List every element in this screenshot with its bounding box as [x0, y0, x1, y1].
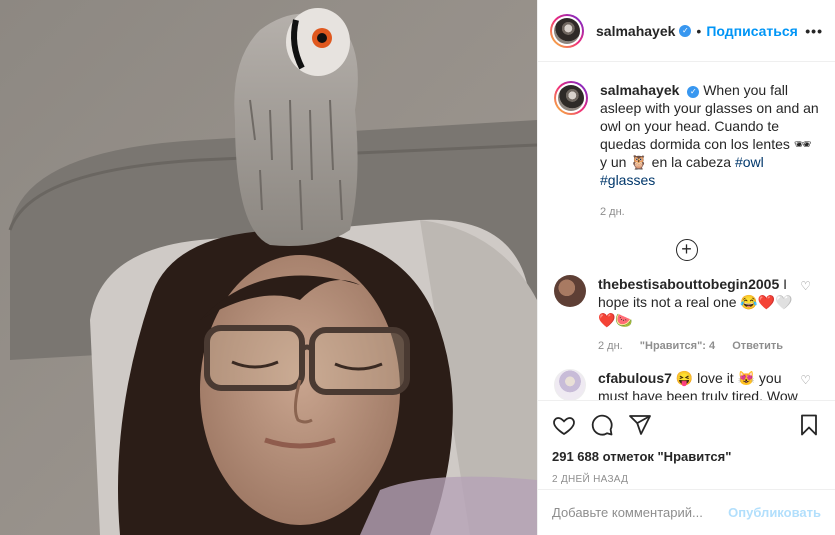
verified-icon: ✓	[687, 86, 700, 98]
caption-text-3: en la cabeza	[647, 154, 735, 170]
add-comment-input[interactable]	[552, 505, 729, 520]
separator-dot: •	[696, 22, 702, 39]
comment-username[interactable]: thebestisabouttobegin2005	[598, 276, 779, 292]
hashtag-owl[interactable]: #owl	[735, 154, 764, 170]
caption-time[interactable]: 2 дн.	[600, 203, 819, 221]
caption-text-2: y un	[600, 154, 631, 170]
author-username[interactable]: salmahayek	[596, 23, 675, 39]
owl-on-head-photo	[0, 0, 537, 535]
comment-likes[interactable]: "Нравится": 4	[640, 340, 715, 352]
comment-like-heart-icon[interactable]: ♡	[800, 373, 811, 387]
glasses-emoji: 🕶	[793, 136, 812, 152]
heart-icon[interactable]	[552, 413, 576, 437]
commenter-avatar[interactable]	[554, 275, 586, 307]
comment-time[interactable]: 2 дн.	[598, 340, 623, 352]
share-icon[interactable]	[628, 413, 652, 437]
caption-avatar[interactable]	[554, 81, 588, 115]
caption-username[interactable]: salmahayek	[600, 82, 679, 98]
add-comment-bar: Опубликовать	[538, 489, 835, 535]
bookmark-icon[interactable]	[797, 413, 821, 437]
reply-button[interactable]: Ответить	[732, 340, 783, 352]
likes-count[interactable]: 291 688 отметок "Нравится"	[552, 449, 821, 464]
comment-text: cfabulous7 😝 love it 😻 you must have bee…	[598, 369, 803, 400]
author-avatar[interactable]	[550, 13, 584, 48]
verified-icon: ✓	[679, 24, 692, 37]
comment-like-heart-icon[interactable]: ♡	[800, 279, 811, 293]
comment-username[interactable]: cfabulous7	[598, 370, 672, 386]
comment-item: thebestisabouttobegin2005 I hope its not…	[554, 275, 819, 355]
comment-item: cfabulous7 😝 love it 😻 you must have bee…	[554, 369, 819, 400]
more-options-icon[interactable]: •••	[805, 23, 823, 39]
caption: salmahayek ✓ When you fall asleep with y…	[554, 63, 819, 221]
plus-circle-icon[interactable]: +	[675, 239, 698, 261]
owl-emoji: 🦉	[630, 154, 648, 170]
comments-list[interactable]: salmahayek ✓ When you fall asleep with y…	[538, 63, 835, 400]
post-actions: 291 688 отметок "Нравится" 2 ДНЕЙ НАЗАД	[538, 400, 835, 485]
comment-text: thebestisabouttobegin2005 I hope its not…	[598, 275, 803, 355]
follow-button[interactable]: Подписаться	[706, 23, 798, 39]
commenter-avatar[interactable]	[554, 369, 586, 400]
comment-meta: 2 дн. "Нравится": 4 Ответить	[598, 337, 803, 355]
load-more-comments[interactable]: +	[554, 239, 819, 261]
post-panel: salmahayek ✓ • Подписаться ••• salmahaye…	[537, 0, 835, 535]
publish-button[interactable]: Опубликовать	[728, 505, 821, 520]
post-header: salmahayek ✓ • Подписаться •••	[538, 0, 835, 62]
caption-text: salmahayek ✓ When you fall asleep with y…	[600, 81, 819, 221]
comment-icon[interactable]	[590, 413, 614, 437]
post-date[interactable]: 2 ДНЕЙ НАЗАД	[552, 474, 821, 485]
post-modal: salmahayek ✓ • Подписаться ••• salmahaye…	[0, 0, 835, 535]
action-icons	[552, 411, 821, 439]
hashtag-glasses[interactable]: #glasses	[600, 172, 655, 188]
post-photo[interactable]	[0, 0, 537, 535]
